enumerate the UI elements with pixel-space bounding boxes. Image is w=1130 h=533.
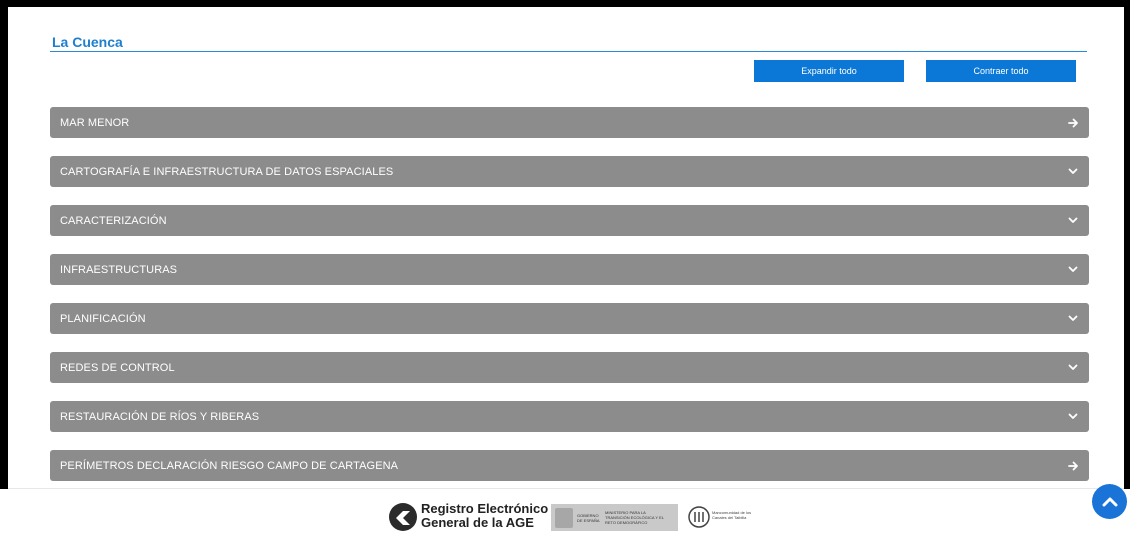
accordion-item-label: REDES DE CONTROL [60, 361, 175, 374]
accordion-item-label: MAR MENOR [60, 116, 130, 129]
accordion-item-label: PLANIFICACIÓN [60, 312, 146, 325]
mancomunidad-label: Mancomunidad de los Canales del Taibilla [712, 510, 752, 520]
ministerio-logo[interactable]: GOBIERNO DE ESPAÑA MINISTERIO PARA LA TR… [551, 504, 678, 531]
window-top-border [0, 0, 1130, 7]
accordion-item-caracterizacion[interactable]: CARACTERIZACIÓN [50, 205, 1089, 236]
title-divider [50, 51, 1087, 52]
accordion-item-label: INFRAESTRUCTURAS [60, 263, 178, 276]
expand-all-button[interactable]: Expandir todo [754, 60, 904, 82]
chevron-down-icon [1067, 411, 1079, 423]
page-title: La Cuenca [52, 34, 123, 50]
accordion-item-label: CARACTERIZACIÓN [60, 214, 167, 227]
chevron-up-icon [1102, 497, 1117, 507]
chevron-down-icon [1067, 264, 1079, 276]
gobierno-label: GOBIERNO DE ESPAÑA [577, 512, 600, 523]
accordion-item-perimetros[interactable]: PERÍMETROS DECLARACIÓN RIESGO CAMPO DE C… [50, 450, 1089, 481]
coat-of-arms-icon [555, 507, 573, 528]
chevron-down-icon [1067, 313, 1079, 325]
age-line-2: General de la AGE [421, 515, 534, 530]
accordion-item-label: CARTOGRAFÍA E INFRAESTRUCTURA DE DATOS E… [60, 165, 394, 178]
accordion: MAR MENOR CARTOGRAFÍA E INFRAESTRUCTURA … [50, 107, 1089, 499]
accordion-item-planificacion[interactable]: PLANIFICACIÓN [50, 303, 1089, 334]
window-left-border [0, 0, 8, 533]
arrow-right-icon [1067, 117, 1079, 129]
arrow-right-icon [1067, 460, 1079, 472]
accordion-item-cartografia[interactable]: CARTOGRAFÍA E INFRAESTRUCTURA DE DATOS E… [50, 156, 1089, 187]
chevron-down-icon [1067, 362, 1079, 374]
chevron-down-icon [1067, 215, 1079, 227]
accordion-item-infraestructuras[interactable]: INFRAESTRUCTURAS [50, 254, 1089, 285]
accordion-item-label: PERÍMETROS DECLARACIÓN RIESGO CAMPO DE C… [60, 459, 399, 472]
scroll-to-top-button[interactable] [1092, 484, 1127, 519]
mancomunidad-logo-icon[interactable] [688, 506, 710, 528]
accordion-item-mar-menor[interactable]: MAR MENOR [50, 107, 1089, 138]
collapse-all-button[interactable]: Contraer todo [926, 60, 1076, 82]
accordion-item-label: RESTAURACIÓN DE RÍOS Y RIBERAS [60, 410, 260, 423]
ministerio-label: MINISTERIO PARA LA TRANSICIÓN ECOLÓGICA … [605, 510, 664, 525]
age-line-1: Registro Electrónico [421, 501, 549, 516]
chevron-down-icon [1067, 166, 1079, 178]
window-right-border [1124, 0, 1130, 533]
accordion-item-redes-de-control[interactable]: REDES DE CONTROL [50, 352, 1089, 383]
registro-electronico-logo-icon[interactable] [388, 502, 418, 532]
accordion-item-restauracion[interactable]: RESTAURACIÓN DE RÍOS Y RIBERAS [50, 401, 1089, 432]
registro-electronico-logo[interactable]: Registro Electrónico General de la AGE [421, 502, 548, 530]
